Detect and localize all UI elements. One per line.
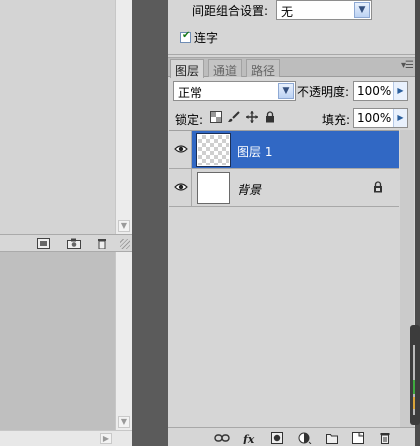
film-icon[interactable]: [37, 238, 50, 249]
opacity-field[interactable]: 100% ▶: [353, 81, 408, 101]
fill-field[interactable]: 100% ▶: [353, 108, 408, 128]
adjustment-icon[interactable]: [298, 432, 312, 444]
document-window-bottom: ▼ ▶: [0, 252, 132, 446]
blend-mode-select[interactable]: 正常 ▼: [173, 81, 296, 101]
new-layer-icon[interactable]: [352, 432, 364, 444]
opacity-value: 100%: [357, 84, 392, 98]
eye-icon: [174, 145, 188, 153]
layer-thumbnail[interactable]: [197, 172, 230, 204]
layer-row[interactable]: 图层 1: [169, 131, 399, 169]
opacity-slider-arrow-icon[interactable]: ▶: [393, 82, 407, 100]
tab-paths[interactable]: 路径: [246, 59, 281, 78]
layers-bottom-bar: fx: [168, 427, 415, 446]
document-window-top: ▼: [0, 0, 132, 234]
chevron-down-icon[interactable]: ▼: [278, 83, 294, 99]
fill-slider-arrow-icon[interactable]: ▶: [393, 109, 407, 127]
layer-thumbnail[interactable]: [196, 133, 231, 167]
move-icon[interactable]: [246, 111, 258, 123]
panel-tabs: 图层 通道 路径 ▾☰: [168, 58, 415, 78]
resize-grip[interactable]: [120, 239, 130, 249]
fill-value: 100%: [357, 111, 392, 125]
brush-icon[interactable]: [228, 111, 240, 123]
tab-layers[interactable]: 图层: [170, 59, 205, 78]
layers-panel: 图层 通道 路径 ▾☰ 正常 ▼ 不透明度: 100% ▶ 锁定: 填充: 10…: [168, 57, 415, 446]
camera-icon[interactable]: [67, 238, 81, 249]
ligature-label: 连字: [194, 31, 219, 45]
mask-icon[interactable]: [271, 432, 283, 444]
eye-icon: [174, 183, 188, 191]
document-canvas: [0, 0, 115, 234]
level-meter-fill: [413, 380, 415, 394]
layer-name[interactable]: 背景: [237, 181, 261, 198]
trash-icon[interactable]: [380, 432, 390, 444]
scroll-down-arrow-icon[interactable]: ▼: [118, 416, 130, 428]
lock-label: 锁定:: [175, 113, 204, 127]
visibility-toggle[interactable]: [169, 131, 192, 168]
visibility-toggle[interactable]: [169, 169, 192, 206]
document-canvas: [0, 252, 115, 446]
fill-label: 填充:: [322, 113, 351, 127]
panel-menu-icon[interactable]: ▾☰: [401, 60, 414, 71]
fx-icon[interactable]: fx: [242, 432, 258, 444]
lock-icon: [374, 181, 382, 193]
blend-mode-value: 正常: [178, 86, 203, 100]
lock-transparent-pixels-icon[interactable]: [210, 111, 222, 123]
tab-channels[interactable]: 通道: [208, 59, 243, 78]
vertical-scrollbar[interactable]: ▼: [115, 252, 132, 430]
level-meter-fill: [413, 397, 415, 409]
opacity-label: 不透明度:: [297, 85, 350, 99]
layers-list: 图层 1 背景: [169, 130, 399, 430]
vertical-scrollbar[interactable]: ▼: [115, 0, 132, 234]
trash-icon[interactable]: [97, 238, 107, 249]
scroll-down-arrow-icon[interactable]: ▼: [118, 220, 130, 232]
status-bar: [0, 234, 132, 252]
group-icon[interactable]: [326, 432, 338, 444]
check-icon: ✔: [182, 30, 191, 41]
scroll-right-arrow-icon[interactable]: ▶: [100, 433, 112, 444]
layer-name[interactable]: 图层 1: [237, 143, 272, 160]
link-icon[interactable]: [214, 432, 230, 444]
paragraph-settings: 间距组合设置: 无 ▼ ✔ 连字: [168, 0, 415, 55]
layer-row[interactable]: 背景: [169, 169, 399, 207]
chevron-down-icon[interactable]: ▼: [354, 2, 370, 18]
spacing-value: 无: [281, 5, 294, 19]
dock-collapse-grip[interactable]: [410, 325, 420, 425]
horizontal-scrollbar[interactable]: ▶: [0, 430, 132, 446]
panel-dock: 间距组合设置: 无 ▼ ✔ 连字 图层 通道 路径 ▾☰ 正常 ▼ 不透明度: …: [168, 0, 415, 446]
svg-text:fx: fx: [242, 433, 255, 444]
spacing-label: 间距组合设置:: [192, 4, 269, 18]
ligature-checkbox[interactable]: ✔: [180, 30, 191, 43]
spacing-select[interactable]: 无 ▼: [276, 0, 372, 20]
lock-icon[interactable]: [264, 111, 276, 123]
